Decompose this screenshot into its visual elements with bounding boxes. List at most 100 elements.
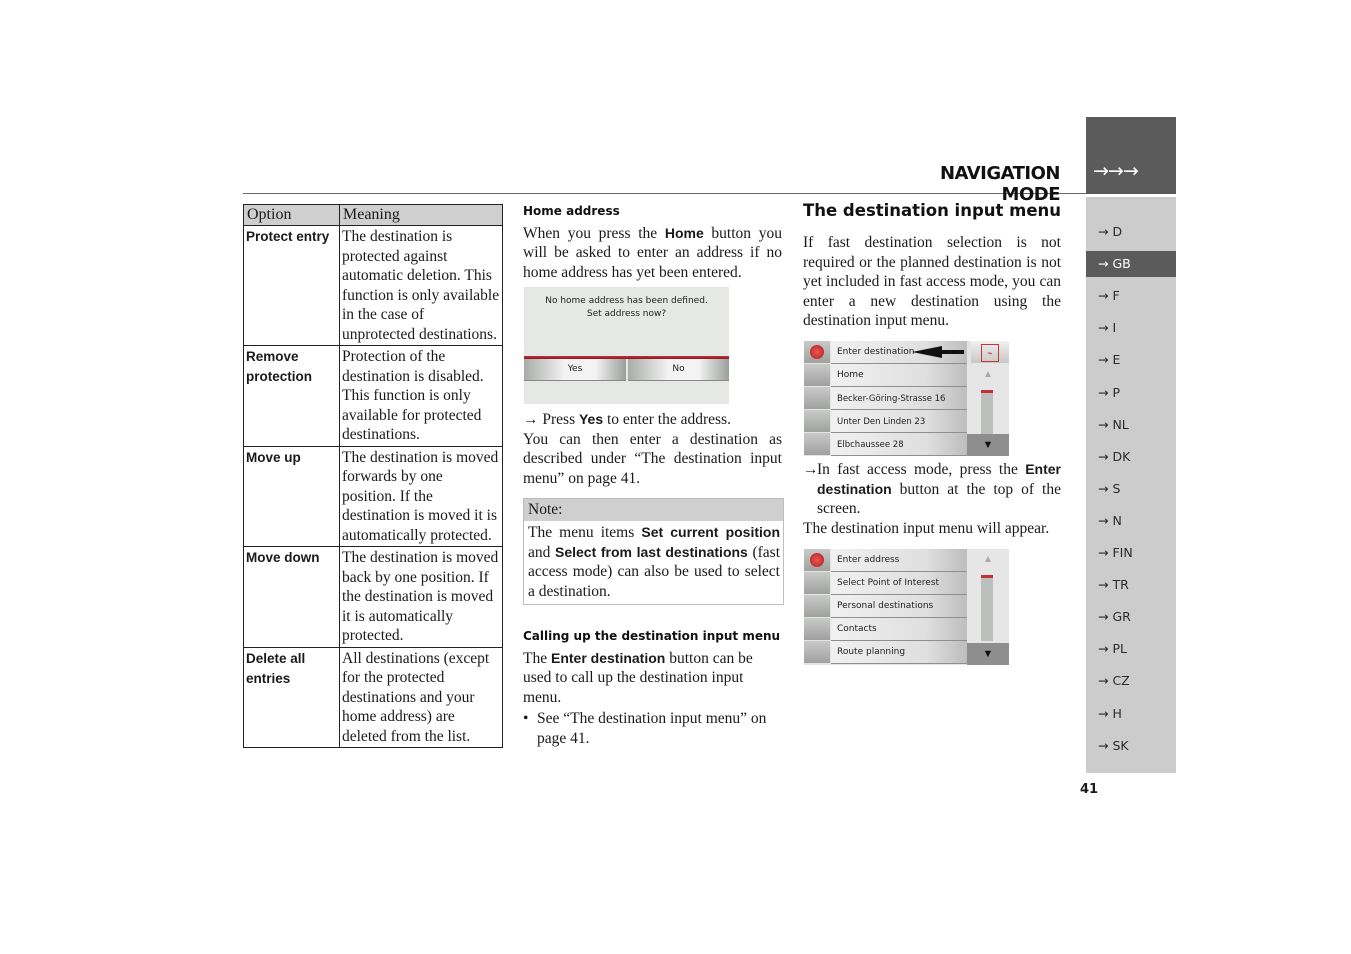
meaning-text: Protection of the destination is disable…	[342, 348, 484, 443]
language-link[interactable]: → GB	[1086, 251, 1176, 278]
item-label: Enter address	[831, 549, 967, 572]
scroll-up-icon[interactable]: ▲	[967, 364, 1009, 386]
scroll-down-icon[interactable]: ▼	[967, 434, 1009, 456]
option-cell: Remove protection	[243, 345, 340, 447]
scroll-thumb[interactable]	[981, 390, 993, 393]
language-link[interactable]: → P	[1086, 380, 1176, 406]
destination-icon	[804, 410, 830, 432]
table-row: Protect entry The destination is protect…	[243, 225, 503, 346]
home-button-ref: Home	[664, 224, 704, 241]
label-text: Enter destination	[837, 347, 915, 357]
language-link[interactable]: → CZ	[1086, 668, 1176, 694]
home-address-intro: When you press the Home button you will …	[523, 224, 782, 283]
text: When you press the	[523, 224, 665, 242]
menu-item-personal[interactable]: Personal destinations	[804, 595, 967, 618]
home-icon	[804, 364, 830, 386]
fast-access-item[interactable]: Becker-Göring-Strasse 16D-76307 Karlsbad…	[804, 387, 967, 426]
fast-access-item[interactable]: Elbchaussee 28D-22765 Hamburg, Bahren...	[804, 433, 967, 456]
dialog-yes-button[interactable]: Yes	[524, 359, 626, 381]
scrollbar[interactable]: ▲ ▼	[967, 549, 1009, 665]
table-row: Move down The destination is moved back …	[243, 546, 503, 648]
item-label: Route planning	[831, 641, 967, 664]
table-row: Remove protection Protection of the dest…	[243, 345, 503, 447]
label-text: Enter address	[837, 555, 900, 565]
meaning-text: The destination is protected against aut…	[342, 228, 500, 343]
language-link[interactable]: → F	[1086, 283, 1176, 309]
home-address-steps: → Press Yes to enter the address. You ca…	[523, 410, 782, 488]
table-row: Delete all entries All destinations (exc…	[243, 646, 503, 748]
text: → Press	[523, 411, 579, 428]
menu-item-contacts[interactable]: Contacts	[804, 618, 967, 641]
header-tab	[1086, 117, 1176, 194]
label-text: Personal destinations	[837, 601, 934, 611]
page-number: 41	[1080, 782, 1099, 797]
meaning-text: The destination is moved forwards by one…	[342, 448, 499, 544]
calling-section: Calling up the destination input menu Th…	[523, 627, 783, 748]
menu-item-poi[interactable]: Select Point of Interest	[804, 572, 967, 595]
menu-item-ref: Set current position	[641, 524, 780, 540]
poi-icon	[804, 572, 830, 594]
fast-access-item[interactable]: Home	[804, 364, 967, 387]
scrollbar[interactable]: ▲ ▼	[967, 364, 1009, 456]
fast-access-item[interactable]: Unter Den Linden 23D-10117 Berlin, Mitte	[804, 410, 967, 449]
language-link[interactable]: → DK	[1086, 444, 1176, 470]
item-label: Home	[831, 364, 967, 387]
option-cell: Protect entry	[243, 225, 340, 346]
option-cell: Move down	[243, 546, 340, 648]
map-mode-icon: ⌁	[981, 344, 999, 362]
meaning-cell: The destination is protected against aut…	[339, 225, 503, 346]
language-link[interactable]: → E	[1086, 347, 1176, 373]
language-link[interactable]: → H	[1086, 701, 1176, 727]
language-link[interactable]: → I	[1086, 315, 1176, 341]
language-link[interactable]: → N	[1086, 508, 1176, 534]
scroll-up-icon[interactable]: ▲	[967, 549, 1009, 571]
home-address-dialog-screenshot: No home address has been defined. Set ad…	[524, 287, 729, 404]
calling-heading: Calling up the destination input menu	[523, 629, 781, 643]
text: In fast access mode, press the	[817, 461, 1026, 478]
bullet-icon: •	[523, 710, 529, 727]
language-link[interactable]: → TR	[1086, 572, 1176, 598]
step: → button at the top of the screen.In fas…	[803, 460, 1061, 519]
text: to enter the address.	[603, 411, 731, 428]
language-link[interactable]: → S	[1086, 476, 1176, 502]
dialog-line-2: Set address now?	[586, 309, 667, 319]
option-cell: Delete all entries	[243, 646, 340, 748]
meaning-text: The destination is moved back by one pos…	[342, 549, 499, 644]
route-planning-icon	[804, 641, 830, 663]
language-link[interactable]: → GR	[1086, 604, 1176, 630]
language-link[interactable]: → PL	[1086, 636, 1176, 662]
language-link[interactable]: → D	[1086, 219, 1176, 245]
home-address-section: Home address When you press the Home but…	[523, 202, 782, 282]
meaning-cell: The destination is moved forwards by one…	[339, 445, 503, 547]
label-text: Route planning	[837, 647, 906, 657]
followup-text: You can then enter a destination as desc…	[523, 430, 782, 487]
header-option: Option	[243, 204, 340, 226]
section-title: NAVIGATION MODE	[939, 163, 1061, 205]
item-label: Elbchaussee 28D-22765 Hamburg, Bahren...	[831, 433, 967, 456]
address-line-1: Elbchaussee 28	[837, 440, 904, 450]
fast-access-screenshot: Enter destination ⌁ Home Becker-Göring-S…	[804, 341, 1009, 456]
scroll-track[interactable]	[981, 575, 993, 641]
dialog-no-button[interactable]: No	[628, 359, 729, 381]
personal-destinations-icon	[804, 595, 830, 617]
menu-item-route-planning[interactable]: Route planning	[804, 641, 967, 664]
header-meaning: Meaning	[339, 204, 503, 226]
menu-item-ref: Select from last destinations	[555, 543, 748, 560]
scroll-track[interactable]	[981, 390, 993, 434]
language-link[interactable]: → SK	[1086, 733, 1176, 759]
contacts-icon	[804, 618, 830, 640]
map-view-button[interactable]: ⌁	[971, 341, 1009, 363]
step-text: button at the top of the screen.In fast …	[817, 460, 1061, 519]
language-link[interactable]: → FIN	[1086, 540, 1176, 566]
scroll-down-icon[interactable]: ▼	[967, 643, 1009, 665]
text: and	[528, 543, 555, 561]
language-link[interactable]: → NL	[1086, 412, 1176, 438]
text: The	[523, 649, 551, 667]
item-label: Personal destinations	[831, 595, 967, 618]
scroll-thumb[interactable]	[981, 575, 993, 578]
fast-access-step: → button at the top of the screen.In fas…	[803, 460, 1061, 538]
item-label: Select Point of Interest	[831, 572, 967, 595]
text: The menu items	[528, 524, 642, 541]
menu-item-enter-address[interactable]: Enter address	[804, 549, 967, 572]
item-label: Contacts	[831, 618, 967, 641]
